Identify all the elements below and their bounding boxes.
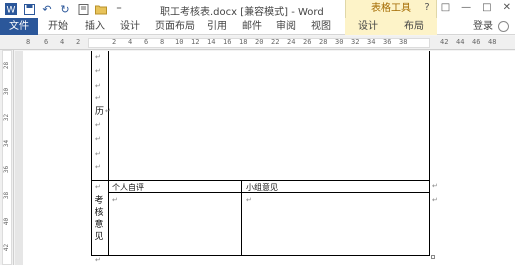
paragraph-mark: ↵ bbox=[95, 53, 101, 61]
vertical-ruler[interactable]: 28 30 32 34 36 38 40 42 bbox=[0, 50, 14, 265]
ruler-number: 40 bbox=[3, 217, 11, 226]
ruler-number: 26 bbox=[303, 38, 312, 46]
paragraph-mark: ↵ bbox=[95, 67, 101, 75]
maximize-icon[interactable]: □ bbox=[482, 2, 491, 13]
ruler-number: 28 bbox=[3, 61, 11, 70]
ruler-number: 30 bbox=[335, 38, 344, 46]
cell-group-opinion[interactable]: 小组意见 bbox=[246, 182, 278, 193]
vertical-ruler-active-region bbox=[2, 50, 12, 265]
ruler-number: 28 bbox=[319, 38, 328, 46]
paragraph-mark: ↵ bbox=[95, 135, 101, 143]
paragraph-mark: ↵ bbox=[95, 183, 101, 191]
paragraph-mark: ↵ bbox=[95, 121, 101, 129]
ruler-number: 30 bbox=[3, 87, 11, 96]
table-border-label-col bbox=[108, 51, 109, 256]
redo-icon[interactable]: ↻ bbox=[58, 2, 72, 16]
paragraph-mark: ↵ bbox=[246, 196, 252, 204]
table-border-mid-col bbox=[241, 180, 242, 256]
window-controls: ? □ — □ ✕ bbox=[424, 2, 511, 13]
tab-home[interactable]: 开始 bbox=[48, 18, 68, 35]
minimize-icon[interactable]: — bbox=[461, 2, 471, 13]
ruler-number: 38 bbox=[399, 38, 408, 46]
tab-view[interactable]: 视图 bbox=[311, 18, 331, 35]
ruler-number: 46 bbox=[472, 38, 481, 46]
open-folder-icon[interactable] bbox=[94, 2, 108, 16]
ruler-number: 2 bbox=[76, 38, 81, 46]
ruler-number: 4 bbox=[60, 38, 65, 46]
close-icon[interactable]: ✕ bbox=[503, 2, 511, 13]
tab-page-layout[interactable]: 页面布局 bbox=[155, 18, 195, 35]
ruler-number: 22 bbox=[271, 38, 280, 46]
paragraph-mark: ↵ bbox=[95, 150, 101, 158]
ribbon-display-icon[interactable]: □ bbox=[441, 2, 450, 13]
ruler-number: 18 bbox=[239, 38, 248, 46]
print-preview-icon[interactable] bbox=[76, 2, 90, 16]
table-border-right bbox=[429, 51, 430, 256]
ruler-number: 48 bbox=[488, 38, 497, 46]
ribbon-tab-bar: 文件 开始 插入 设计 页面布局 引用 邮件 审阅 视图 设计 布局 登录 bbox=[0, 18, 515, 35]
ruler-number: 32 bbox=[3, 113, 11, 122]
cell-self-evaluation[interactable]: 个人自评 bbox=[112, 182, 144, 193]
ruler-number: 36 bbox=[383, 38, 392, 46]
paragraph-mark: ↵ bbox=[95, 256, 101, 264]
ruler-number: 12 bbox=[191, 38, 200, 46]
ruler-number: 42 bbox=[440, 38, 449, 46]
ruler-number: 8 bbox=[26, 38, 31, 46]
word-logo-icon: W bbox=[4, 2, 18, 16]
ruler-number: 34 bbox=[3, 139, 11, 148]
horizontal-ruler[interactable]: 8 6 4 2 2 4 6 8 10 12 14 16 18 20 22 24 … bbox=[0, 36, 515, 50]
table-border-bottom bbox=[91, 255, 430, 256]
ruler-number: 10 bbox=[175, 38, 184, 46]
document-title: 职工考核表.docx [兼容模式] - Word bbox=[160, 7, 324, 18]
tab-review[interactable]: 审阅 bbox=[276, 18, 296, 35]
row-label-history: 历 bbox=[95, 107, 105, 117]
paragraph-mark: ↵ bbox=[112, 196, 118, 204]
ruler-number: 38 bbox=[3, 191, 11, 200]
tab-design[interactable]: 设计 bbox=[120, 18, 140, 35]
tab-table-design[interactable]: 设计 bbox=[345, 18, 391, 35]
ruler-number: 8 bbox=[160, 38, 165, 46]
ruler-number: 32 bbox=[351, 38, 360, 46]
user-avatar-icon[interactable] bbox=[498, 21, 509, 32]
ruler-number: 20 bbox=[255, 38, 264, 46]
paragraph-mark: ↵ bbox=[95, 163, 101, 171]
tab-references[interactable]: 引用 bbox=[207, 18, 227, 35]
table-tools-group-title: 表格工具 bbox=[345, 0, 437, 18]
tab-file[interactable]: 文件 bbox=[0, 18, 38, 35]
table-border-row bbox=[91, 180, 430, 181]
ruler-number: 6 bbox=[44, 38, 49, 46]
help-icon[interactable]: ? bbox=[424, 2, 429, 13]
svg-text:W: W bbox=[7, 6, 16, 16]
save-icon[interactable] bbox=[22, 2, 36, 16]
row-label-assessment-opinion: 考核意见 bbox=[94, 196, 104, 242]
tab-table-layout[interactable]: 布局 bbox=[391, 18, 437, 35]
end-of-row-mark: ↵ bbox=[432, 196, 438, 204]
ruler-number: 14 bbox=[207, 38, 216, 46]
paragraph-mark: ↵ bbox=[95, 94, 101, 102]
table-border-left bbox=[91, 51, 92, 256]
word-window: W ↶ ↻ ⁼ 职工考核表.docx [兼容模式] - Word 表格工具 ? … bbox=[0, 0, 515, 265]
title-bar: W ↶ ↻ ⁼ 职工考核表.docx [兼容模式] - Word 表格工具 ? … bbox=[0, 0, 515, 18]
undo-icon[interactable]: ↶ bbox=[40, 2, 54, 16]
table-resize-handle[interactable] bbox=[431, 255, 435, 259]
ruler-number: 36 bbox=[3, 165, 11, 174]
ruler-number: 42 bbox=[3, 243, 11, 252]
ruler-number: 34 bbox=[367, 38, 376, 46]
document-page[interactable]: ↵ ↵ ↵ ↵ 历 ↵ ↵ ↵ ↵ ↵ ↵ 个人自评 小组意见 ↵ 考核意见 ↵… bbox=[23, 51, 515, 265]
document-canvas[interactable]: ↵ ↵ ↵ ↵ 历 ↵ ↵ ↵ ↵ ↵ ↵ 个人自评 小组意见 ↵ 考核意见 ↵… bbox=[15, 51, 515, 265]
end-of-row-mark: ↵ bbox=[432, 182, 438, 190]
tab-insert[interactable]: 插入 bbox=[85, 18, 105, 35]
paragraph-mark: ↵ bbox=[95, 82, 101, 90]
ruler-number: 6 bbox=[144, 38, 149, 46]
ruler-number: 4 bbox=[128, 38, 133, 46]
ruler-number: 16 bbox=[223, 38, 232, 46]
login-link[interactable]: 登录 bbox=[473, 18, 493, 35]
ruler-number: 44 bbox=[456, 38, 465, 46]
quick-access-toolbar: W ↶ ↻ ⁼ bbox=[4, 2, 126, 16]
ruler-number: 24 bbox=[287, 38, 296, 46]
ruler-number: 2 bbox=[112, 38, 117, 46]
paragraph-mark: ↵ bbox=[105, 107, 111, 115]
more-icon[interactable]: ⁼ bbox=[112, 2, 126, 16]
tab-mailings[interactable]: 邮件 bbox=[242, 18, 262, 35]
